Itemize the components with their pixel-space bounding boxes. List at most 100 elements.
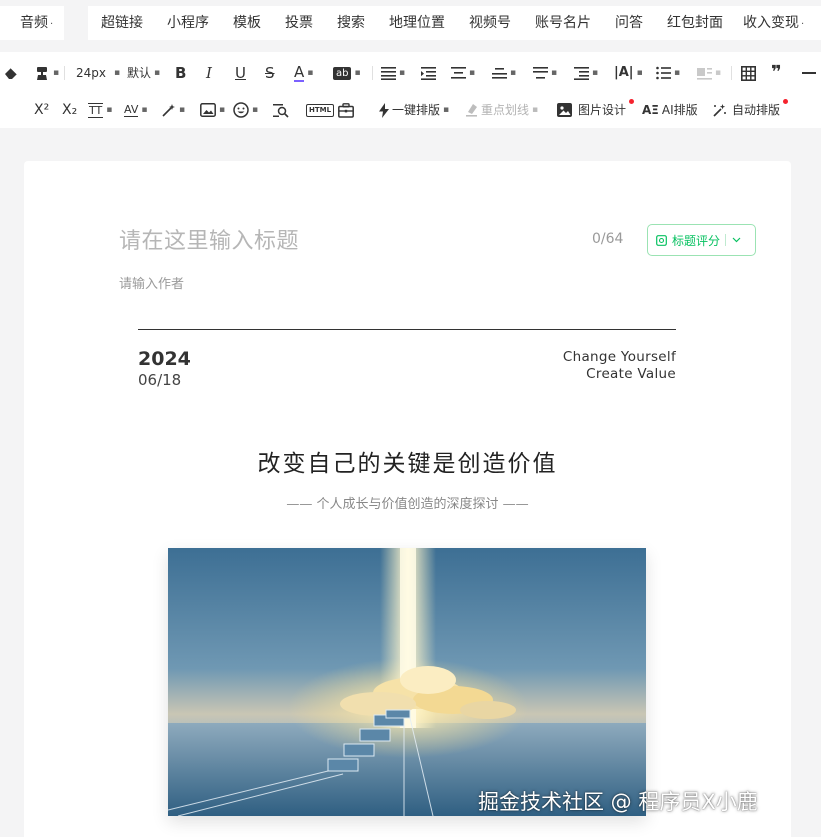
html-button[interactable]: HTML xyxy=(306,98,335,122)
float-layout-icon xyxy=(697,68,712,80)
letter-spacing-adjust-button[interactable]: |A| ▪ xyxy=(614,61,643,85)
menu-item-monetization[interactable]: 收入变现 · xyxy=(743,6,804,40)
superscript-button[interactable]: X² xyxy=(34,98,49,122)
format-painter-button[interactable]: ▪ xyxy=(34,61,59,85)
insert-table-button[interactable] xyxy=(741,61,756,85)
italic-button[interactable]: I xyxy=(206,61,212,85)
auto-layout-button[interactable]: 自动排版 xyxy=(712,98,780,122)
toolbar-divider xyxy=(731,66,732,80)
hero-image[interactable] xyxy=(168,548,646,816)
text-width-icon: |A| xyxy=(614,65,634,80)
indent-button[interactable] xyxy=(421,61,436,85)
ai-layout-button[interactable]: AΞ AI排版 xyxy=(642,98,698,122)
image-design-button[interactable]: 图片设计 xyxy=(557,98,626,122)
highlighter-icon xyxy=(466,104,477,117)
scrollbar[interactable] xyxy=(811,160,817,837)
dropdown-dot-icon: ▪ xyxy=(443,105,450,115)
align-justify-icon xyxy=(381,67,396,80)
font-size-value: 24px xyxy=(76,66,106,80)
paragraph-indent-button[interactable]: ▪ xyxy=(574,61,598,85)
one-click-layout-label: 一键排版 xyxy=(392,103,441,117)
magic-format-button[interactable]: ▪ xyxy=(161,98,185,122)
quote-icon: ❞ xyxy=(771,62,782,83)
spacing-after-icon xyxy=(533,67,548,79)
menu-item-channels[interactable]: 视频号 xyxy=(469,6,511,40)
dropdown-dot-icon: ▪ xyxy=(114,68,121,78)
menu-item-miniprogram[interactable]: 小程序 xyxy=(167,6,209,40)
font-color-button[interactable]: A ▪ xyxy=(294,61,313,85)
menu-item-audio[interactable]: 音频 · xyxy=(20,6,53,40)
highlight-underline-button[interactable]: 重点划线 ▪ xyxy=(465,98,538,122)
author-input[interactable]: 请输入作者 xyxy=(119,273,184,292)
html-icon: HTML xyxy=(306,103,335,117)
bold-button[interactable]: B xyxy=(175,61,186,85)
article-month-day: 06/18 xyxy=(138,371,182,389)
line-break-format-button[interactable]: TT ▪ xyxy=(88,98,112,122)
image-design-label: 图片设计 xyxy=(578,103,627,117)
slogan-line-2: Create Value xyxy=(586,366,676,382)
menu-item-qa[interactable]: 问答 xyxy=(615,6,643,40)
emoji-button[interactable]: ▪ xyxy=(233,98,258,122)
menu-item-hyperlink[interactable]: 超链接 xyxy=(101,6,143,40)
font-size-select[interactable]: 24px ▪ xyxy=(76,61,120,85)
article-title-input[interactable]: 请在这里输入标题 xyxy=(119,223,299,255)
bullet-list-icon xyxy=(656,66,671,80)
auto-layout-label: 自动排版 xyxy=(732,103,781,117)
dropdown-dot-icon: ▪ xyxy=(252,105,259,115)
font-family-select[interactable]: 默认 ▪ xyxy=(127,61,160,85)
toolbox-button[interactable] xyxy=(338,98,354,122)
paragraph-spacing-after-button[interactable]: ▪ xyxy=(533,61,557,85)
background-color-button[interactable]: ab ▪ xyxy=(333,61,361,85)
underline-button[interactable]: U xyxy=(235,61,246,85)
menu-item-account-card[interactable]: 账号名片 xyxy=(535,6,591,40)
dropdown-dot-icon: · xyxy=(50,19,54,30)
image-icon xyxy=(200,103,216,117)
dropdown-dot-icon: ▪ xyxy=(219,105,226,115)
new-badge-dot xyxy=(629,99,634,104)
dropdown-dot-icon: ▪ xyxy=(154,68,161,78)
menu-item-vote[interactable]: 投票 xyxy=(285,6,313,40)
stairway-to-light-illustration xyxy=(168,548,646,816)
article-heading: 改变自己的关键是创造价值 xyxy=(257,451,558,477)
find-replace-icon xyxy=(273,103,289,118)
toolbar-divider xyxy=(64,66,65,80)
paragraph-indent-icon xyxy=(574,67,589,80)
strikethrough-button[interactable]: S xyxy=(265,61,275,85)
clear-format-button[interactable] xyxy=(3,61,19,85)
dropdown-dot-icon: ▪ xyxy=(715,68,722,78)
dropdown-dot-icon: ▪ xyxy=(636,68,643,78)
align-button[interactable]: ▪ xyxy=(381,61,405,85)
divider-line-button[interactable] xyxy=(802,61,816,85)
insert-image-button[interactable]: ▪ xyxy=(200,98,225,122)
letter-spacing-button[interactable]: AV ▪ xyxy=(124,98,147,122)
dropdown-dot-icon: ▪ xyxy=(532,105,539,115)
menu-item-location[interactable]: 地理位置 xyxy=(389,6,445,40)
find-replace-button[interactable] xyxy=(273,98,289,122)
one-click-layout-button[interactable]: 一键排版 ▪ xyxy=(378,98,449,122)
paragraph-spacing-before-button[interactable]: ▪ xyxy=(492,61,516,85)
dropdown-dot-icon: ▪ xyxy=(179,105,186,115)
auto-layout-wand-icon xyxy=(713,103,726,117)
slogan-line-1: Change Yourself xyxy=(562,349,676,365)
dropdown-dot-icon: ▪ xyxy=(106,105,113,115)
float-image-button[interactable]: ▪ xyxy=(697,61,721,85)
dropdown-dot-icon: ▪ xyxy=(551,68,558,78)
list-button[interactable]: ▪ xyxy=(656,61,680,85)
font-color-glyph: A xyxy=(294,63,305,82)
format-toolbar: ▪ 24px ▪ 默认 ▪ B I U S A ▪ ab ▪ ▪ ▪ ▪ ▪ ▪ |A|… xyxy=(0,52,821,128)
header-rule xyxy=(138,329,676,330)
title-score-button[interactable]: 标题评分 xyxy=(647,224,756,256)
menu-item-search[interactable]: 搜索 xyxy=(337,6,365,40)
editor-card: 请在这里输入标题 0/64 标题评分 请输入作者 2024 06/18 Chan… xyxy=(24,161,791,837)
dropdown-dot-icon: ▪ xyxy=(141,105,148,115)
menu-item-red-packet-cover[interactable]: 红包封面 xyxy=(667,6,723,40)
dropdown-dot-icon: ▪ xyxy=(354,68,361,78)
font-family-value: 默认 xyxy=(127,66,152,80)
dropdown-dot-icon: ▪ xyxy=(510,68,517,78)
article-subheading: —— 个人成长与价值创造的深度探讨 —— xyxy=(286,497,529,512)
subscript-button[interactable]: X₂ xyxy=(62,98,77,122)
line-height-button[interactable]: ▪ xyxy=(451,61,475,85)
menu-item-template[interactable]: 模板 xyxy=(233,6,261,40)
line-height-icon xyxy=(451,67,466,79)
quote-button[interactable]: ❞ xyxy=(771,61,782,85)
